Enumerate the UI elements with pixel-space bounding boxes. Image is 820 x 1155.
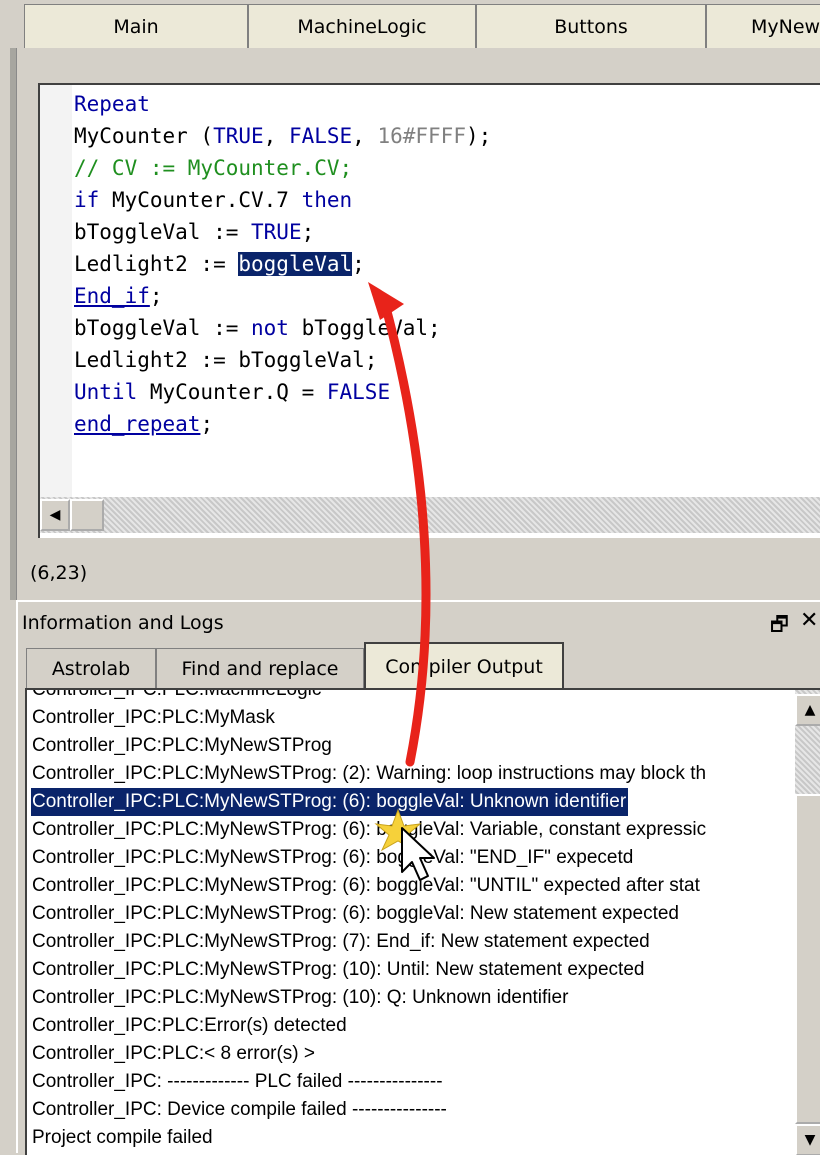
compiler-output-list[interactable]: Controller_IPC:PLC:MachineLogic Controll…	[25, 688, 820, 1155]
output-lines: Controller_IPC:PLC:MachineLogic Controll…	[31, 690, 706, 1152]
list-item[interactable]: Controller_IPC:PLC:MyMask	[31, 704, 706, 732]
code-text: ,	[352, 124, 378, 148]
arrow-down-icon: ▼	[804, 1132, 816, 1148]
list-item[interactable]: Controller_IPC:PLC:MyNewSTProg: (6): bog…	[31, 816, 706, 844]
tab-mynewstprog[interactable]: MyNew	[706, 4, 820, 48]
code-line-10: Until MyCounter.Q = FALSE	[74, 376, 491, 408]
code-text: ;	[149, 284, 163, 308]
keyword: not	[251, 316, 289, 340]
cursor-position: (6,23)	[30, 562, 88, 584]
left-divider	[10, 0, 17, 600]
code-text: MyCounter (	[74, 124, 214, 148]
list-item[interactable]: Controller_IPC:PLC:MyNewSTProg: (10): Un…	[31, 956, 706, 984]
keyword: FALSE	[326, 380, 391, 404]
list-item-selected[interactable]: Controller_IPC:PLC:MyNewSTProg: (6): bog…	[31, 788, 629, 816]
code-text: ;	[352, 252, 365, 276]
arrow-up-icon: ▲	[804, 702, 816, 718]
vertical-scrollbar[interactable]: ▲ ▼	[795, 690, 820, 1155]
keyword: FALSE	[288, 124, 353, 148]
tab-find-replace[interactable]: Find and replace	[156, 648, 364, 688]
code-text: ,	[263, 124, 289, 148]
code-line-9: Ledlight2 := bToggleVal;	[74, 344, 491, 376]
code-line-6: Ledlight2 := boggleVal;	[74, 248, 491, 280]
list-item[interactable]: Project compile failed	[31, 1124, 706, 1152]
code-line-2: MyCounter (TRUE, FALSE, 16#FFFF);	[74, 120, 491, 152]
restore-window-icon[interactable]: 🗗	[770, 610, 789, 644]
comment: // CV := MyCounter.CV;	[74, 156, 353, 180]
tab-main[interactable]: Main	[24, 4, 248, 48]
code-line-7: End_if;	[74, 280, 491, 312]
tab-label: MachineLogic	[297, 15, 427, 38]
tab-astrolab[interactable]: Astrolab	[26, 648, 156, 688]
scroll-thumb[interactable]	[795, 794, 820, 1124]
list-item[interactable]: Controller_IPC:PLC:Error(s) detected	[31, 1012, 706, 1040]
list-item[interactable]: Controller_IPC:PLC:MyNewSTProg: (10): Q:…	[31, 984, 706, 1012]
selected-identifier[interactable]: boggleVal	[238, 252, 353, 276]
code-line-4: if MyCounter.CV.7 then	[74, 184, 491, 216]
list-item[interactable]: Controller_IPC:PLC:MyNewSTProg: (7): End…	[31, 928, 706, 956]
keyword: Until	[74, 380, 138, 404]
code-text: Ledlight2 := bToggleVal;	[74, 348, 378, 372]
list-item[interactable]: Controller_IPC:PLC:< 8 error(s) >	[31, 1040, 706, 1068]
keyword: end_repeat	[74, 412, 201, 436]
keyword: Repeat	[74, 92, 150, 116]
list-item[interactable]: Controller_IPC: Device compile failed --…	[31, 1096, 706, 1124]
editor-gutter	[40, 85, 72, 497]
tab-label: Astrolab	[51, 657, 131, 680]
keyword: if	[74, 188, 100, 212]
list-item[interactable]: Controller_IPC:PLC:MyNewSTProg: (6): bog…	[31, 872, 706, 900]
code-text: bToggleVal :=	[74, 316, 252, 340]
list-item[interactable]: Controller_IPC: ------------- PLC failed…	[31, 1068, 706, 1096]
tab-label: Compiler Output	[385, 656, 543, 678]
number-literal: 16#FFFF	[377, 124, 466, 148]
code-editor[interactable]: Repeat MyCounter (TRUE, FALSE, 16#FFFF);…	[38, 83, 820, 538]
tab-label: Find and replace	[181, 657, 339, 680]
arrow-left-icon: ◀	[49, 507, 61, 523]
scroll-up-button[interactable]: ▲	[795, 694, 820, 726]
list-item[interactable]: Controller_IPC:PLC:MyNewSTProg: (2): War…	[31, 760, 706, 788]
keyword: then	[301, 188, 353, 212]
code-line-3: // CV := MyCounter.CV;	[74, 152, 491, 184]
code-text: );	[465, 124, 492, 148]
tab-label: MyNew	[751, 15, 820, 38]
tab-compiler-output[interactable]: Compiler Output	[364, 642, 564, 690]
code-line-1: Repeat	[74, 88, 491, 120]
tab-label: Buttons	[554, 15, 628, 38]
keyword: End_if	[74, 284, 150, 308]
keyword: TRUE	[251, 220, 302, 244]
tab-machinelogic[interactable]: MachineLogic	[248, 4, 476, 48]
editor-tab-bar: Main MachineLogic Buttons MyNew	[10, 0, 820, 48]
code-lines: Repeat MyCounter (TRUE, FALSE, 16#FFFF);…	[74, 88, 491, 440]
code-text: bToggleVal :=	[74, 220, 252, 244]
list-item[interactable]: Controller_IPC:PLC:MyNewSTProg: (6): bog…	[31, 844, 706, 872]
code-text: ;	[200, 412, 214, 436]
list-item[interactable]: Controller_IPC:PLC:MyNewSTProg: (6): bog…	[31, 900, 706, 928]
list-item[interactable]: Controller_IPC:PLC:MyNewSTProg	[31, 732, 706, 760]
code-text: bToggleVal;	[288, 316, 441, 340]
scroll-down-button[interactable]: ▼	[795, 1124, 820, 1155]
code-text: Ledlight2 :=	[74, 252, 239, 276]
scroll-thumb[interactable]	[70, 499, 104, 531]
close-icon[interactable]: ✕	[800, 608, 818, 633]
code-line-11: end_repeat;	[74, 408, 491, 440]
horizontal-scrollbar[interactable]: ◀	[40, 497, 820, 533]
code-line-5: bToggleVal := TRUE;	[74, 216, 491, 248]
tab-label: Main	[113, 15, 159, 38]
keyword: TRUE	[213, 124, 264, 148]
panel-title: Information and Logs	[22, 612, 224, 634]
info-logs-panel: Information and Logs 🗗 ✕ Astrolab Find a…	[16, 600, 820, 1155]
code-text: MyCounter.Q =	[137, 380, 327, 404]
tab-buttons[interactable]: Buttons	[476, 4, 706, 48]
code-text: MyCounter.CV.7	[99, 188, 302, 212]
scroll-left-button[interactable]: ◀	[40, 499, 70, 531]
code-line-8: bToggleVal := not bToggleVal;	[74, 312, 491, 344]
list-item[interactable]: Controller_IPC:PLC:MachineLogic	[31, 690, 706, 704]
code-text: ;	[301, 220, 315, 244]
